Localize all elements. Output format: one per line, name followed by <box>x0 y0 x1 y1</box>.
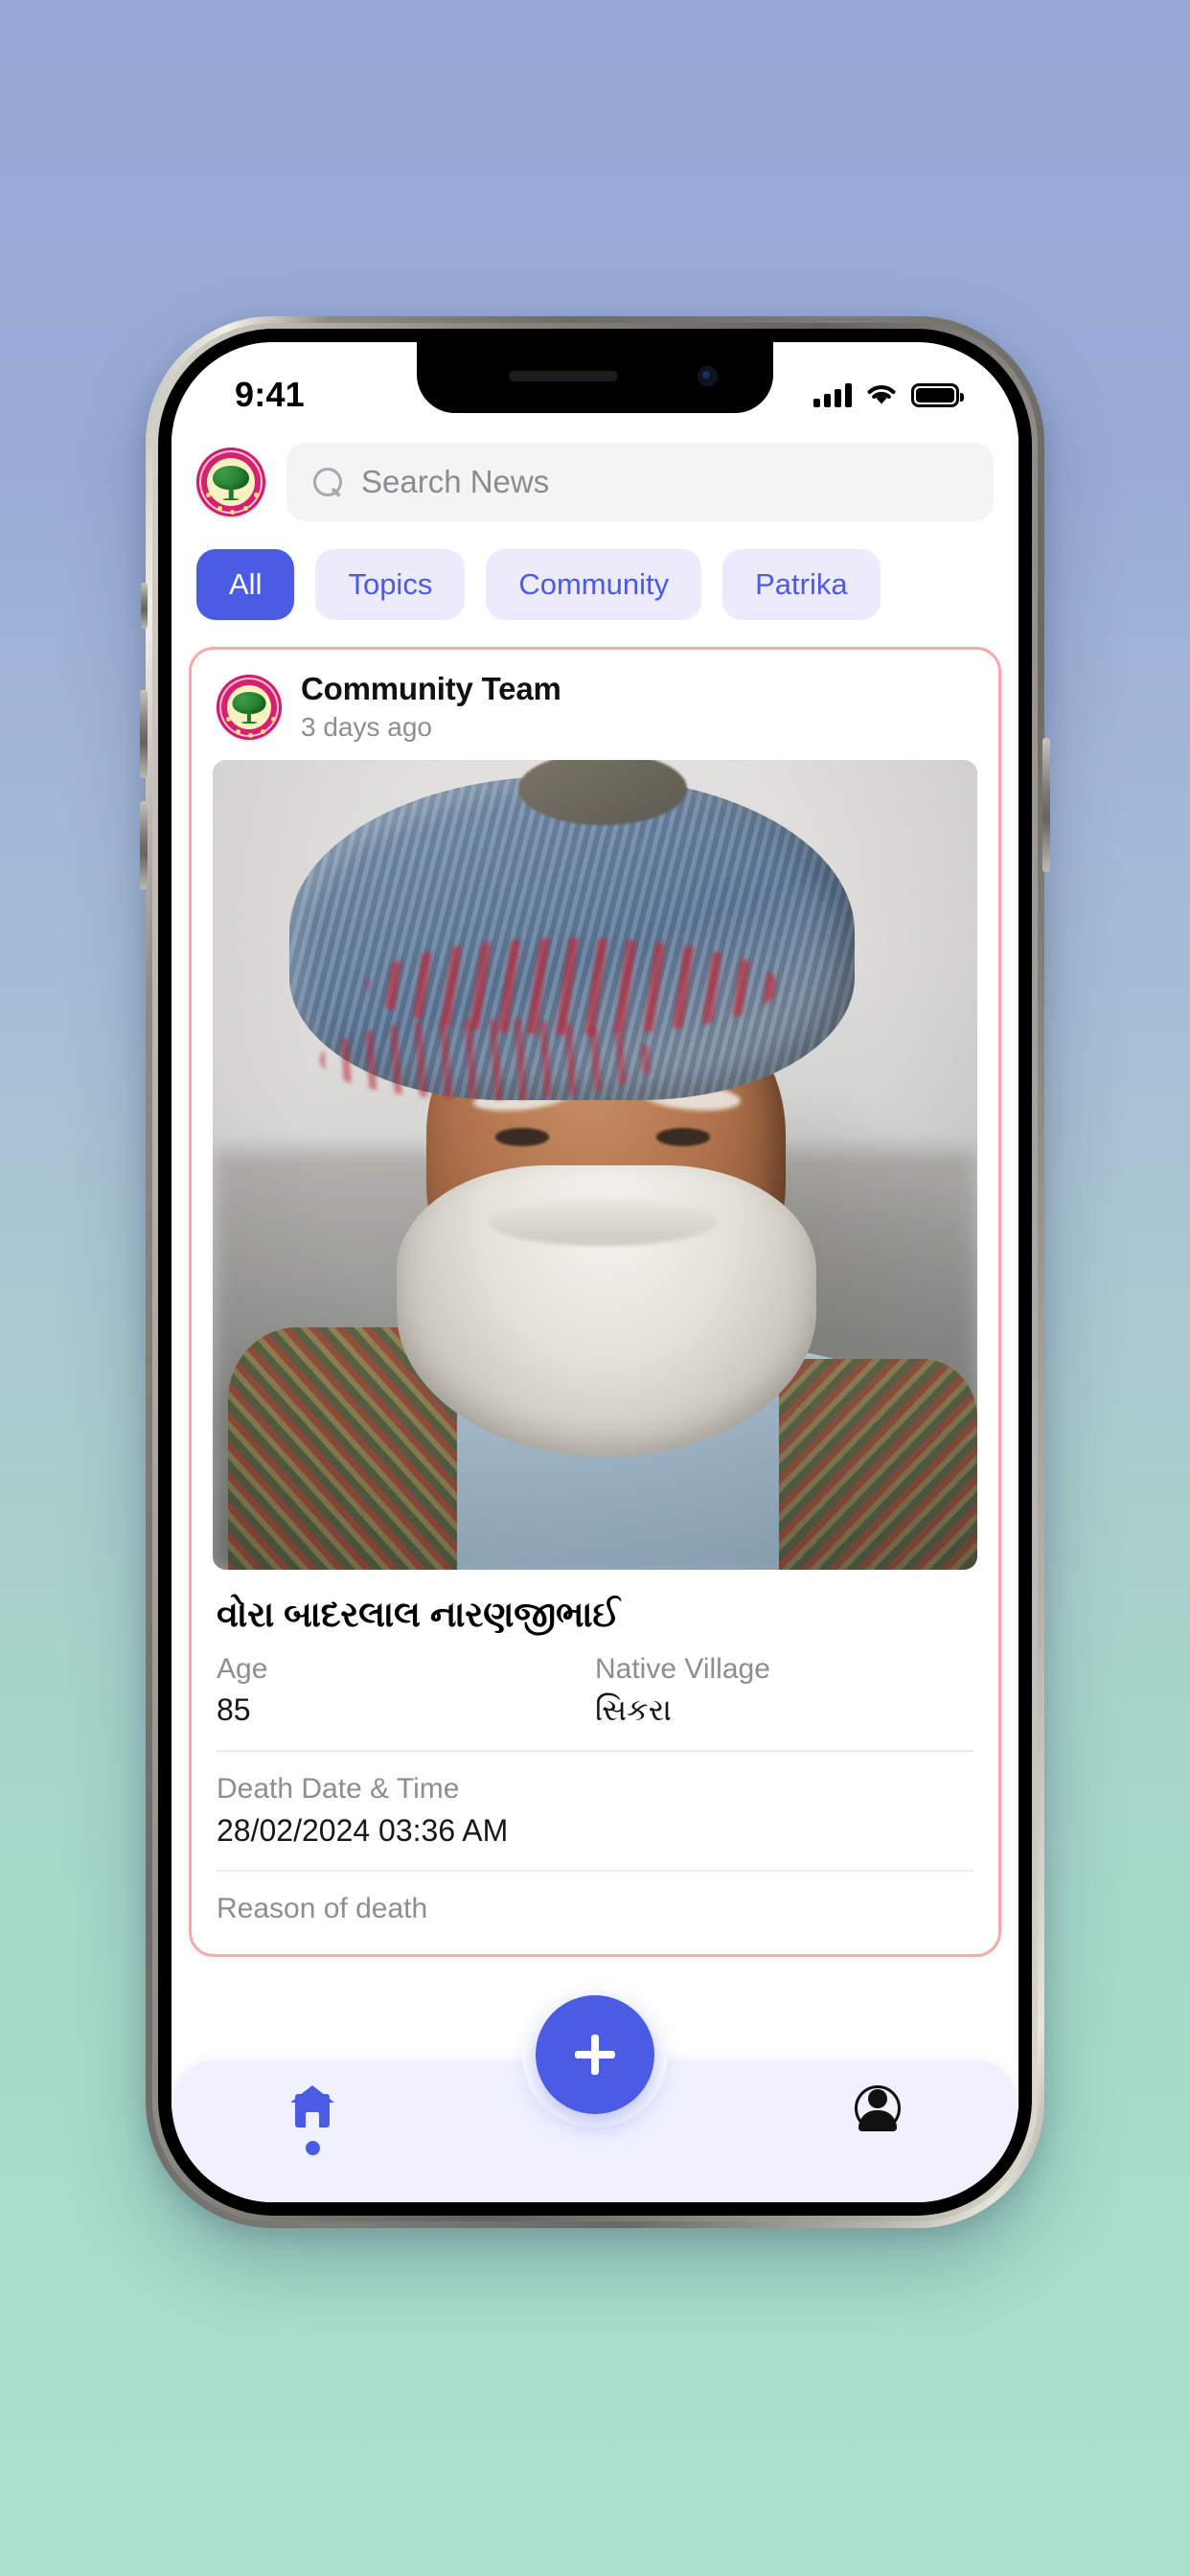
search-icon <box>313 468 342 496</box>
phone-device: 9:41 Search News All Topics Community Pa… <box>140 316 1050 2228</box>
plus-icon <box>571 2031 619 2079</box>
status-bar-icons <box>813 382 964 407</box>
post-photo[interactable] <box>213 760 977 1570</box>
volume-down-button[interactable] <box>140 801 148 889</box>
home-icon <box>290 2085 335 2128</box>
post-author-name: Community Team <box>301 671 561 706</box>
volume-up-button[interactable] <box>140 690 148 778</box>
emblem-decorative-dots <box>196 448 265 517</box>
field-reason-of-death-label: Reason of death <box>217 1893 428 1924</box>
field-native-village: Native Village સિકરા <box>595 1653 973 1729</box>
community-tree-emblem-avatar[interactable] <box>217 674 282 740</box>
nav-active-indicator-dot <box>305 2141 320 2155</box>
nav-item-profile[interactable] <box>736 2060 1018 2131</box>
search-input[interactable] <box>361 464 967 500</box>
search-bar[interactable] <box>286 443 994 521</box>
phone-screen: 9:41 Search News All Topics Community Pa… <box>172 342 1018 2202</box>
app-header <box>172 430 1018 534</box>
filter-chip-community[interactable]: Community <box>486 549 702 620</box>
field-native-village-label: Native Village <box>595 1653 770 1685</box>
filter-chip-patrika[interactable]: Patrika <box>722 549 881 620</box>
post-timestamp: 3 days ago <box>301 712 432 742</box>
field-death-date-time-value: 28/02/2024 03:36 AM <box>217 1813 509 1848</box>
post-header: Community Team 3 days ago <box>192 650 998 760</box>
avatar-decorative-dots <box>217 675 282 740</box>
photo-vignette <box>213 760 977 1570</box>
power-button[interactable] <box>1042 738 1050 872</box>
filter-chip-topics[interactable]: Topics <box>315 549 466 620</box>
field-reason-of-death: Reason of death <box>192 1872 998 1954</box>
home-door-shape <box>306 2112 320 2128</box>
nav-item-home[interactable] <box>172 2060 454 2155</box>
earpiece-speaker <box>509 371 618 381</box>
community-tree-emblem-logo[interactable] <box>196 448 265 517</box>
field-age-value: 85 <box>217 1692 251 1727</box>
silent-switch-button[interactable] <box>141 583 148 629</box>
post-header-text: Community Team 3 days ago <box>301 671 561 743</box>
battery-full-icon <box>911 382 964 407</box>
news-feed[interactable]: Community Team 3 days ago વોરા બાદરલાલ ન… <box>172 635 1018 2202</box>
detail-field-row: Age 85 Native Village સિકરા <box>192 1636 998 1750</box>
wifi-icon <box>867 384 896 403</box>
field-age-label: Age <box>217 1653 268 1685</box>
field-native-village-value: સિકરા <box>595 1692 673 1727</box>
post-card[interactable]: Community Team 3 days ago વોરા બાદરલાલ ન… <box>189 647 1001 1957</box>
front-camera <box>698 366 718 386</box>
cellular-signal-icon <box>813 382 852 407</box>
filter-chip-all[interactable]: All <box>196 549 295 620</box>
filter-chip-row: All Topics Community Patrika <box>172 534 1018 635</box>
status-bar-time: 9:41 <box>235 375 305 414</box>
notch <box>417 342 773 413</box>
deceased-name: વોરા બાદરલાલ નારણજીભાઈ <box>217 1595 620 1634</box>
person-icon-head <box>867 2089 887 2108</box>
add-post-fab-button[interactable] <box>536 1995 654 2114</box>
field-death-date-time-label: Death Date & Time <box>217 1773 460 1805</box>
person-icon <box>854 2085 901 2131</box>
field-death-date-time: Death Date & Time 28/02/2024 03:36 AM <box>192 1752 998 1870</box>
field-age: Age 85 <box>217 1653 595 1729</box>
